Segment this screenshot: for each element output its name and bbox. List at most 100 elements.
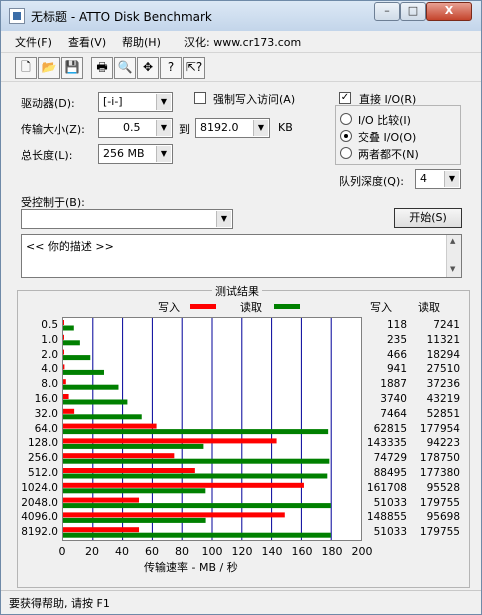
io-compare-radio[interactable]	[340, 113, 352, 125]
transfer-size-row-label: 256.0	[27, 452, 58, 465]
write-bar	[63, 394, 69, 399]
results-panel: 测试结果 写入 读取 写入 读取 0.5 1.0 2.0 4.0 8.0 16.0 32.0…	[17, 283, 470, 588]
controlled-by-select[interactable]: ▼	[21, 209, 233, 229]
transfer-from-select[interactable]: 0.5 ▼	[98, 118, 173, 138]
menu-file[interactable]: 文件(F)	[15, 34, 52, 50]
scroll-up-icon: ▲	[450, 237, 456, 245]
total-length-value: 256 MB	[103, 147, 145, 160]
transfer-size-row-label: 16.0	[34, 393, 58, 405]
read-value: 95698	[426, 511, 460, 524]
app-window: 无标题 - ATTO Disk Benchmark – □ X 文件(F) 查看…	[0, 0, 482, 615]
write-bar	[63, 497, 140, 503]
read-bar	[63, 414, 142, 420]
write-value: 74729	[373, 452, 407, 465]
title-bar[interactable]: 无标题 - ATTO Disk Benchmark – □ X	[1, 1, 481, 31]
write-value: 161708	[366, 481, 407, 494]
status-bar: 要获得帮助, 请按 F1	[1, 590, 481, 614]
menu-localize[interactable]: 汉化: www.cr173.com	[184, 34, 301, 50]
x-tick-label: 60	[145, 545, 159, 558]
read-value: 94223	[426, 437, 460, 450]
write-value: 941	[386, 363, 407, 376]
chevron-down-icon: ▼	[156, 94, 171, 110]
read-bar	[63, 473, 328, 479]
window-title: 无标题 - ATTO Disk Benchmark	[31, 10, 212, 24]
transfer-size-row-label: 64.0	[34, 422, 58, 435]
print-preview-icon[interactable]: 🔍	[114, 57, 136, 79]
description-scrollbar[interactable]: ▲ ▼	[446, 235, 461, 277]
scroll-down-icon: ▼	[450, 265, 456, 273]
print-icon[interactable]: 🖶	[91, 57, 113, 79]
controlled-by-label: 受控制于(B):	[21, 196, 85, 209]
drive-value: [-i-]	[103, 95, 123, 108]
transfer-size-row-label: 8192.0	[21, 526, 58, 539]
write-bar	[63, 320, 64, 325]
write-value: 1887	[380, 378, 407, 391]
write-bar	[63, 438, 277, 444]
x-tick-label: 100	[201, 545, 223, 558]
toolbar: 🗋 📂 💾 🖶 🔍 ✥ ? ⇱?	[1, 52, 481, 82]
drive-label: 驱动器(D):	[21, 97, 75, 110]
chevron-down-icon: ▼	[253, 120, 268, 136]
io-compare-label: I/O 比较(I)	[358, 114, 411, 127]
write-bar	[63, 527, 140, 533]
x-tick-label: 200	[351, 545, 373, 558]
chevron-down-icon: ▼	[156, 146, 171, 162]
description-field[interactable]: << 你的描述 >> ▲ ▼	[21, 234, 462, 278]
drive-select[interactable]: [-i-] ▼	[98, 92, 173, 112]
read-bar	[63, 384, 119, 390]
read-bar	[63, 325, 74, 331]
read-bar	[63, 340, 80, 346]
transfer-to-value: 8192.0	[200, 121, 239, 134]
neither-radio[interactable]	[340, 147, 352, 159]
x-tick-label: 40	[115, 545, 129, 558]
transfer-size-row-label: 2.0	[41, 348, 58, 361]
save-icon[interactable]: 💾	[61, 57, 83, 79]
x-tick-label: 120	[231, 545, 253, 558]
read-column-header: 读取	[418, 301, 440, 314]
write-value: 466	[386, 348, 407, 361]
read-bar	[63, 355, 91, 361]
transfer-from-value: 0.5	[123, 121, 141, 134]
minimize-button[interactable]: –	[374, 2, 400, 21]
help-icon[interactable]: ?	[160, 57, 182, 79]
write-bar	[63, 349, 64, 355]
neither-label: 两者都不(N)	[358, 148, 419, 161]
read-bar	[63, 503, 331, 509]
read-value: 11321	[426, 333, 460, 346]
move-icon[interactable]: ✥	[137, 57, 159, 79]
x-tick-label: 180	[321, 545, 343, 558]
app-icon	[9, 8, 25, 24]
open-folder-icon[interactable]: 📂	[38, 57, 60, 79]
transfer-size-row-label: 128.0	[27, 437, 58, 450]
total-length-label: 总长度(L):	[21, 149, 73, 162]
menu-help[interactable]: 帮助(H)	[122, 34, 161, 50]
status-text: 要获得帮助, 请按 F1	[9, 597, 110, 610]
queue-depth-select[interactable]: 4 ▼	[415, 169, 461, 189]
read-value: 179755	[419, 526, 460, 539]
force-write-checkbox[interactable]	[194, 92, 206, 104]
read-value: 177954	[419, 422, 460, 435]
write-bar	[63, 453, 175, 459]
read-value: 178750	[419, 452, 460, 465]
transfer-to-label: 到	[179, 123, 190, 136]
write-value: 88495	[373, 467, 407, 479]
close-button[interactable]: X	[426, 2, 472, 21]
read-value: 37236	[426, 378, 460, 391]
menu-view[interactable]: 查看(V)	[68, 34, 106, 50]
queue-depth-label: 队列深度(Q):	[339, 175, 404, 188]
direct-io-checkbox[interactable]: ✓	[339, 92, 351, 104]
read-value: 27510	[426, 363, 460, 376]
start-button[interactable]: 开始(S)	[394, 208, 462, 228]
overlap-io-radio[interactable]	[340, 130, 352, 142]
write-value: 62815	[373, 422, 407, 435]
total-length-select[interactable]: 256 MB ▼	[98, 144, 173, 164]
new-file-icon[interactable]: 🗋	[15, 57, 37, 79]
transfer-to-select[interactable]: 8192.0 ▼	[195, 118, 270, 138]
results-title: 测试结果	[212, 283, 262, 299]
maximize-button[interactable]: □	[400, 2, 426, 21]
transfer-unit: KB	[278, 121, 293, 134]
write-bar	[63, 423, 157, 429]
context-help-icon[interactable]: ⇱?	[183, 57, 205, 79]
transfer-size-row-label: 32.0	[34, 407, 58, 420]
bar-chart	[63, 318, 332, 540]
